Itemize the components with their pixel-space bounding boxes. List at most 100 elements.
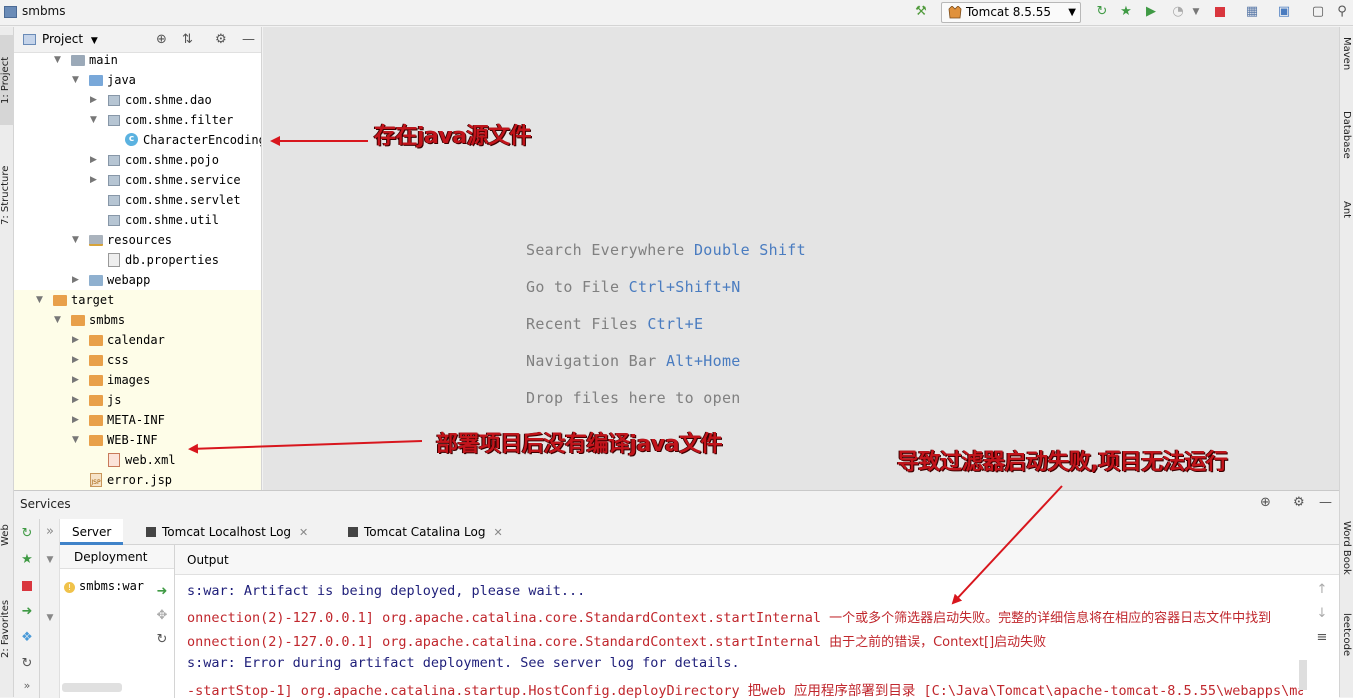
locate-icon[interactable]: ⊕: [156, 32, 167, 47]
properties-file-icon: [108, 253, 120, 267]
stop-icon[interactable]: [20, 579, 34, 593]
chevron-right-icon: ▶: [90, 175, 97, 185]
close-icon[interactable]: ✕: [299, 526, 308, 539]
arrow-up-icon[interactable]: ↑: [1315, 583, 1329, 597]
group-services-icon[interactable]: ❖: [20, 631, 34, 645]
horizontal-scrollbar[interactable]: [62, 683, 122, 692]
tab-label: Server: [72, 525, 112, 539]
deployment-artifact[interactable]: ! smbms:war: [64, 579, 144, 593]
tree-item-package[interactable]: ▶ com.shme.pojo: [14, 150, 261, 170]
tree-item-folder[interactable]: ▶ calendar: [14, 330, 261, 350]
tree-item-file[interactable]: web.xml: [14, 450, 261, 470]
log-line: onnection(2)-127.0.0.1] org.apache.catal…: [187, 607, 1271, 626]
tab-word-book[interactable]: Word Book: [1341, 521, 1352, 575]
tree-item-resources[interactable]: ▼ resources: [14, 230, 261, 250]
layout-icon[interactable]: ▢: [1310, 4, 1326, 20]
refresh-icon[interactable]: ↻: [155, 633, 169, 647]
warning-icon: !: [64, 582, 75, 593]
debug-icon[interactable]: ★: [20, 553, 34, 567]
tab-favorites[interactable]: 2: Favorites: [0, 579, 14, 679]
hint-text: Search Everywhere: [526, 241, 694, 259]
folder-icon: [89, 415, 103, 426]
expand-icon[interactable]: »: [43, 525, 57, 539]
chevron-right-icon: ▶: [72, 415, 79, 425]
tab-project[interactable]: 1: Project: [0, 35, 14, 125]
soft-wrap-icon[interactable]: ≡: [1315, 631, 1329, 645]
log-text: -startStop-1] org.apache.catalina.startu…: [187, 683, 1322, 698]
undeploy-icon[interactable]: ✥: [155, 609, 169, 623]
hammer-icon[interactable]: ⚒: [913, 4, 929, 20]
chevron-down-icon[interactable]: ▼: [43, 611, 57, 625]
console-scrollbar[interactable]: [1299, 660, 1307, 690]
rerun-icon[interactable]: ↻: [20, 527, 34, 541]
tab-ant[interactable]: Ant: [1341, 201, 1352, 218]
tab-web[interactable]: Web: [0, 517, 14, 553]
tree-item-folder[interactable]: ▶ js: [14, 390, 261, 410]
output-console[interactable]: Output s:war: Artifact is being deployed…: [175, 545, 1339, 698]
tab-tomcat-catalina-log[interactable]: Tomcat Catalina Log ✕: [336, 519, 515, 545]
hint-go-to-file: Go to File Ctrl+Shift+N: [526, 278, 741, 296]
rerun-icon[interactable]: ↻: [1094, 4, 1110, 20]
coverage-icon[interactable]: ▶: [1143, 4, 1159, 20]
tab-maven[interactable]: Maven: [1341, 37, 1352, 70]
profile-icon[interactable]: ◔: [1170, 4, 1186, 20]
tree-item-folder[interactable]: ▶ META-INF: [14, 410, 261, 430]
chevron-down-icon: ▼: [72, 435, 79, 445]
services-toolbar: ↻ ★ ➜ ❖ ↻ »: [14, 519, 40, 698]
run-config-label: Tomcat 8.5.55: [966, 5, 1051, 19]
more-icon[interactable]: »: [20, 679, 34, 693]
tree-item-label: java: [107, 73, 136, 87]
gear-icon[interactable]: ⚙: [1293, 495, 1305, 510]
tree-item-file[interactable]: db.properties: [14, 250, 261, 270]
deployment-actions: ➜ ✥ ↻: [149, 577, 175, 698]
tree-item-webapp[interactable]: ▶ webapp: [14, 270, 261, 290]
collapse-all-icon[interactable]: ⇅: [182, 32, 193, 47]
tree-item-main[interactable]: ▼ main: [14, 50, 261, 70]
tree-item-package[interactable]: com.shme.servlet: [14, 190, 261, 210]
tree-item-label: com.shme.util: [125, 213, 219, 227]
tree-item-label: com.shme.filter: [125, 113, 234, 127]
arrow-down-icon[interactable]: ↓: [1315, 607, 1329, 621]
tab-structure[interactable]: 7: Structure: [0, 145, 14, 245]
package-icon: [108, 155, 120, 166]
tree-item-smbms[interactable]: ▼ smbms: [14, 310, 261, 330]
close-icon[interactable]: ✕: [493, 526, 502, 539]
tree-item-package[interactable]: ▼ com.shme.filter: [14, 110, 261, 130]
tree-item-class[interactable]: c CharacterEncoding: [14, 130, 261, 150]
chevron-down-icon[interactable]: ▼: [1188, 4, 1204, 20]
tree-item-folder[interactable]: ▼ WEB-INF: [14, 430, 261, 450]
project-window-icon: [4, 6, 17, 18]
chevron-down-icon[interactable]: ▼: [43, 553, 57, 567]
tree-item-file[interactable]: JSP error.jsp: [14, 470, 261, 490]
tree-item-package[interactable]: ▶ com.shme.dao: [14, 90, 261, 110]
tree-item-folder[interactable]: ▶ images: [14, 370, 261, 390]
tree-item-folder[interactable]: ▶ css: [14, 350, 261, 370]
project-structure-icon[interactable]: ▦: [1244, 4, 1260, 20]
minimize-icon[interactable]: —: [242, 32, 255, 47]
deploy-icon[interactable]: ➜: [20, 605, 34, 619]
tab-leetcode[interactable]: leetcode: [1341, 613, 1352, 656]
deploy-icon[interactable]: ➜: [155, 585, 169, 599]
tree-item-label: js: [107, 393, 122, 407]
tree-item-package[interactable]: com.shme.util: [14, 210, 261, 230]
minimize-icon[interactable]: —: [1319, 495, 1332, 510]
chevron-down-icon: ▼: [90, 36, 98, 46]
tab-tomcat-localhost-log[interactable]: Tomcat Localhost Log ✕: [134, 519, 320, 545]
tab-server[interactable]: Server: [60, 519, 124, 545]
locate-icon[interactable]: ⊕: [1260, 495, 1271, 510]
folder-icon: [89, 375, 103, 386]
tree-item-package[interactable]: ▶ com.shme.service: [14, 170, 261, 190]
package-icon: [108, 175, 120, 186]
debug-icon[interactable]: ★: [1118, 4, 1134, 20]
refresh-icon[interactable]: ↻: [20, 657, 34, 671]
tree-item-java[interactable]: ▼ java: [14, 70, 261, 90]
tree-item-target[interactable]: ▼ target: [14, 290, 261, 310]
run-configuration-select[interactable]: Tomcat 8.5.55 ▼: [941, 2, 1081, 23]
gear-icon[interactable]: ⚙: [215, 32, 227, 47]
project-view-select[interactable]: Project ▼: [42, 32, 98, 46]
search-icon[interactable]: ⚲: [1334, 4, 1350, 20]
stop-icon[interactable]: [1212, 4, 1228, 20]
translate-icon[interactable]: ▣: [1276, 4, 1292, 20]
window-title: smbms: [22, 4, 66, 18]
tab-database[interactable]: Database: [1341, 111, 1352, 159]
